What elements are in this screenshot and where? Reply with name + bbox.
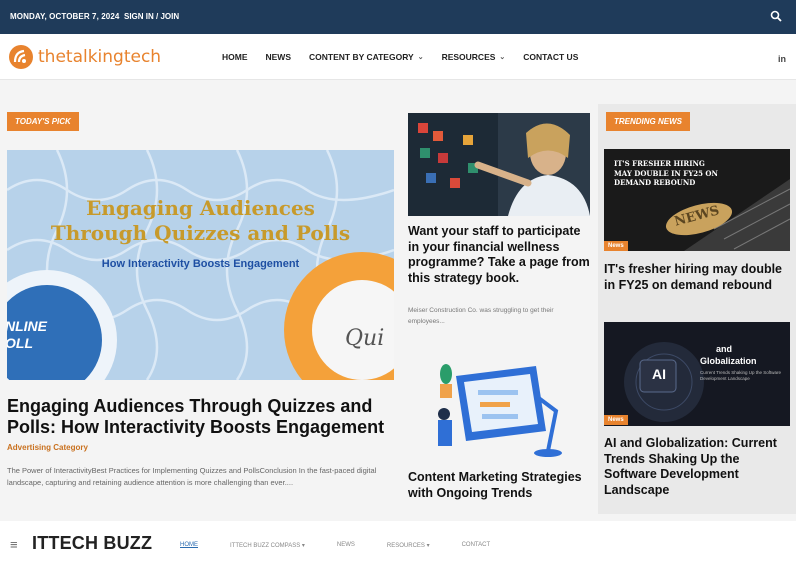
article-image-content-marketing[interactable] xyxy=(416,356,584,460)
article-image-financial[interactable] xyxy=(408,113,590,216)
news-tag[interactable]: News xyxy=(604,241,628,251)
nav-home[interactable]: HOME xyxy=(222,52,248,62)
nav-news[interactable]: NEWS xyxy=(266,52,292,62)
second-site-header: ≡ ITTECH BUZZ HOME ITTECH BUZZ COMPASS ▾… xyxy=(0,521,796,563)
image-and-text: and xyxy=(716,344,733,354)
second-nav-resources[interactable]: RESOURCES ▾ xyxy=(387,542,430,549)
image-subtitle: How Interactivity Boosts Engagement xyxy=(101,258,300,270)
article-title-fresher-hiring[interactable]: IT's fresher hiring may double in FY25 o… xyxy=(604,262,790,293)
article-title-content-marketing[interactable]: Content Marketing Strategies with Ongoin… xyxy=(408,470,594,501)
nav-contact-us[interactable]: CONTACT US xyxy=(523,52,578,62)
image-badge-left: NLINE OLL xyxy=(7,318,47,351)
feature-image[interactable]: Engaging Audiences Through Quizzes and P… xyxy=(7,150,394,380)
signin-link[interactable]: SIGN IN / JOIN xyxy=(124,12,179,21)
second-nav-news[interactable]: NEWS xyxy=(337,542,355,549)
nav-content-by-category[interactable]: CONTENT BY CATEGORY ⌄ xyxy=(309,52,424,62)
current-date: MONDAY, OCTOBER 7, 2024 xyxy=(10,12,120,21)
site-logo[interactable]: thetalkingtech xyxy=(8,44,161,70)
feature-title[interactable]: Engaging Audiences Through Quizzes and P… xyxy=(7,396,399,438)
second-nav-compass[interactable]: ITTECH BUZZ COMPASS ▾ xyxy=(230,542,305,549)
linkedin-icon[interactable]: in xyxy=(778,54,786,64)
image-caption-fresher: IT'S FRESHER HIRING MAY DOUBLE IN FY25 O… xyxy=(614,159,718,187)
workspace-illustration xyxy=(416,356,584,460)
article-excerpt-financial: Meiser Construction Co. was struggling t… xyxy=(408,307,554,325)
logo-text: thetalkingtech xyxy=(38,47,162,67)
todays-pick-label: TODAY'S PICK xyxy=(7,112,79,131)
news-tag[interactable]: News xyxy=(604,415,628,425)
image-ai-text: AI xyxy=(652,366,666,382)
second-nav-home[interactable]: HOME xyxy=(180,542,198,549)
hamburger-menu-icon[interactable]: ≡ xyxy=(10,537,18,552)
logo-mark-icon xyxy=(9,45,33,69)
feature-excerpt: The Power of InteractivityBest Practices… xyxy=(7,466,377,487)
article-image-ai-globalization[interactable]: AI and Globalization Current Trends Shak… xyxy=(604,322,790,426)
image-headline-1: Engaging Audiences xyxy=(86,196,315,220)
chevron-down-icon: ⌄ xyxy=(417,54,424,61)
trending-news-label: TRENDING NEWS xyxy=(606,112,690,131)
second-nav: HOME ITTECH BUZZ COMPASS ▾ NEWS RESOURCE… xyxy=(180,542,490,549)
image-sub-text: Current Trends Shaking Up the Software D… xyxy=(700,370,782,381)
nav-resources[interactable]: RESOURCES ⌄ xyxy=(442,52,506,62)
image-globalization-text: Globalization xyxy=(700,356,757,366)
article-title-ai-globalization[interactable]: AI and Globalization: Current Trends Sha… xyxy=(604,436,790,498)
article-image-fresher-hiring[interactable]: IT'S FRESHER HIRING MAY DOUBLE IN FY25 O… xyxy=(604,149,790,251)
office-photo xyxy=(408,113,590,216)
ittech-buzz-logo[interactable]: ITTECH BUZZ xyxy=(32,533,152,554)
article-title-financial[interactable]: Want your staff to participate in your f… xyxy=(408,224,594,286)
site-header: thetalkingtech HOME NEWS CONTENT BY CATE… xyxy=(0,34,796,80)
chevron-down-icon: ⌄ xyxy=(499,54,506,61)
image-badge-right: Qui xyxy=(345,326,385,351)
second-nav-contact[interactable]: CONTACT xyxy=(462,542,491,549)
search-icon[interactable] xyxy=(770,10,782,22)
image-headline-2: Through Quizzes and Polls xyxy=(50,221,351,245)
top-bar: MONDAY, OCTOBER 7, 2024 SIGN IN / JOIN xyxy=(0,0,796,34)
feature-category[interactable]: Advertising Category xyxy=(7,443,88,452)
main-nav: HOME NEWS CONTENT BY CATEGORY ⌄ RESOURCES… xyxy=(222,52,578,62)
